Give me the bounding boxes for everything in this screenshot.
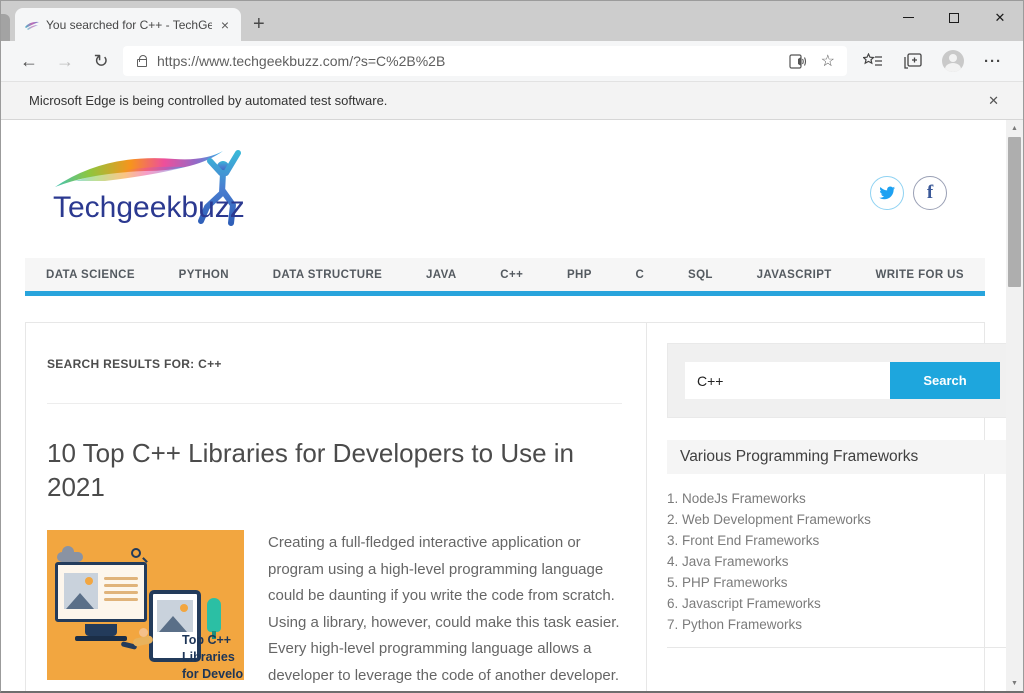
article-thumbnail[interactable]: Top C++ Libraries for Develope — [47, 530, 244, 680]
sidebar-divider — [667, 647, 1018, 648]
browser-toolbar: ← → ↻ https://www.techgeekbuzz.com/?s=C%… — [1, 41, 1023, 82]
site-header: Techgeekbuzz f — [25, 120, 985, 238]
nav-item-python[interactable]: PYTHON — [179, 269, 229, 281]
maximize-button[interactable] — [931, 1, 977, 34]
facebook-icon: f — [927, 182, 933, 204]
settings-menu-icon[interactable]: ··· — [973, 53, 1013, 70]
nav-item-c[interactable]: C — [636, 269, 645, 281]
site-logo[interactable]: Techgeekbuzz — [45, 145, 255, 242]
logo-text: Techgeekbuzz — [53, 191, 245, 224]
avatar — [942, 50, 964, 72]
results-divider — [47, 403, 622, 404]
browser-tab[interactable]: You searched for C++ - TechGee × — [15, 8, 241, 41]
page-viewport: ▲ ▼ — [1, 120, 1023, 691]
content-box: SEARCH RESULTS FOR: C++ 10 Top C++ Libra… — [25, 322, 985, 691]
scroll-down-icon[interactable]: ▼ — [1006, 675, 1023, 691]
monitor-stand — [85, 624, 117, 636]
main-column: SEARCH RESULTS FOR: C++ 10 Top C++ Libra… — [26, 323, 647, 691]
minimize-icon — [903, 17, 914, 18]
article-row: Top C++ Libraries for Develope Creating … — [47, 530, 622, 691]
nav-item-javascript[interactable]: JAVASCRIPT — [757, 269, 832, 281]
minimize-button[interactable] — [885, 1, 931, 34]
search-input[interactable] — [685, 362, 890, 399]
scrollbar-thumb[interactable] — [1008, 137, 1021, 287]
scroll-up-icon[interactable]: ▲ — [1006, 120, 1023, 136]
vertical-scrollbar[interactable]: ▲ ▼ — [1006, 120, 1023, 691]
list-item: Javascript Frameworks — [667, 593, 1018, 614]
window-edge-fragment — [1, 14, 10, 41]
site-nav: DATA SCIENCE PYTHON DATA STRUCTURE JAVA … — [25, 258, 985, 296]
thumbnail-caption: Top C++ Libraries for Develope — [182, 632, 244, 680]
tree-illustration — [207, 598, 221, 632]
nav-item-data-science[interactable]: DATA SCIENCE — [46, 269, 135, 281]
monitor-illustration — [55, 562, 147, 622]
magnifier-icon — [131, 548, 141, 558]
frameworks-widget-title: Various Programming Frameworks — [667, 440, 1018, 474]
nav-item-sql[interactable]: SQL — [688, 269, 713, 281]
favorite-star-icon[interactable]: ☆ — [821, 51, 835, 71]
list-item: PHP Frameworks — [667, 572, 1018, 593]
twitter-link[interactable] — [870, 176, 904, 210]
new-tab-button[interactable]: + — [253, 14, 265, 34]
tab-strip: You searched for C++ - TechGee × + ✕ — [1, 1, 1023, 41]
address-bar[interactable]: https://www.techgeekbuzz.com/?s=C%2B%2B … — [123, 46, 847, 76]
lock-icon — [137, 59, 147, 67]
list-item: Python Frameworks — [667, 614, 1018, 635]
nav-item-php[interactable]: PHP — [567, 269, 592, 281]
sidebar: Search Various Programming Frameworks No… — [647, 323, 1023, 691]
monitor-base — [75, 636, 127, 641]
notification-message: Microsoft Edge is being controlled by au… — [29, 93, 982, 108]
nav-item-cpp[interactable]: C++ — [500, 269, 523, 281]
list-item: Web Development Frameworks — [667, 509, 1018, 530]
forward-button: → — [47, 51, 83, 72]
article-excerpt: Creating a full-fledged interactive appl… — [268, 530, 622, 691]
back-button[interactable]: ← — [11, 51, 47, 72]
url-text[interactable]: https://www.techgeekbuzz.com/?s=C%2B%2B — [157, 53, 775, 69]
social-links: f — [870, 176, 947, 210]
list-item: Java Frameworks — [667, 551, 1018, 572]
tab-title: You searched for C++ - TechGee — [46, 18, 212, 32]
facebook-link[interactable]: f — [913, 176, 947, 210]
nav-item-java[interactable]: JAVA — [426, 269, 457, 281]
sidebar-search-widget: Search — [667, 343, 1018, 418]
close-icon: ✕ — [995, 10, 1006, 26]
close-button[interactable]: ✕ — [977, 1, 1023, 34]
tab-close-icon[interactable]: × — [218, 17, 232, 33]
site-content: Techgeekbuzz f DATA SCIENCE — [25, 120, 985, 691]
search-button[interactable]: Search — [890, 362, 1000, 399]
list-item: Front End Frameworks — [667, 530, 1018, 551]
twitter-icon — [879, 186, 896, 200]
automation-notification-bar: Microsoft Edge is being controlled by au… — [1, 82, 1023, 120]
tab-favicon-icon — [24, 17, 40, 33]
notification-close-icon[interactable]: ✕ — [982, 91, 1005, 111]
favorites-bar-icon[interactable] — [853, 53, 893, 69]
search-results-label: SEARCH RESULTS FOR: C++ — [47, 357, 622, 371]
read-aloud-icon[interactable] — [789, 54, 807, 69]
maximize-icon — [949, 13, 959, 23]
nav-item-write-for-us[interactable]: WRITE FOR US — [875, 269, 964, 281]
cloud-icon — [57, 552, 83, 562]
window-controls: ✕ — [885, 1, 1023, 34]
frameworks-list: NodeJs Frameworks Web Development Framew… — [667, 488, 1018, 635]
nav-item-data-structure[interactable]: DATA STRUCTURE — [273, 269, 383, 281]
browser-window: You searched for C++ - TechGee × + ✕ ← →… — [0, 0, 1024, 693]
list-item: NodeJs Frameworks — [667, 488, 1018, 509]
article-title-link[interactable]: 10 Top C++ Libraries for Developers to U… — [47, 436, 622, 504]
collections-icon[interactable] — [893, 53, 933, 70]
refresh-button[interactable]: ↻ — [83, 51, 119, 72]
profile-button[interactable] — [933, 50, 973, 72]
